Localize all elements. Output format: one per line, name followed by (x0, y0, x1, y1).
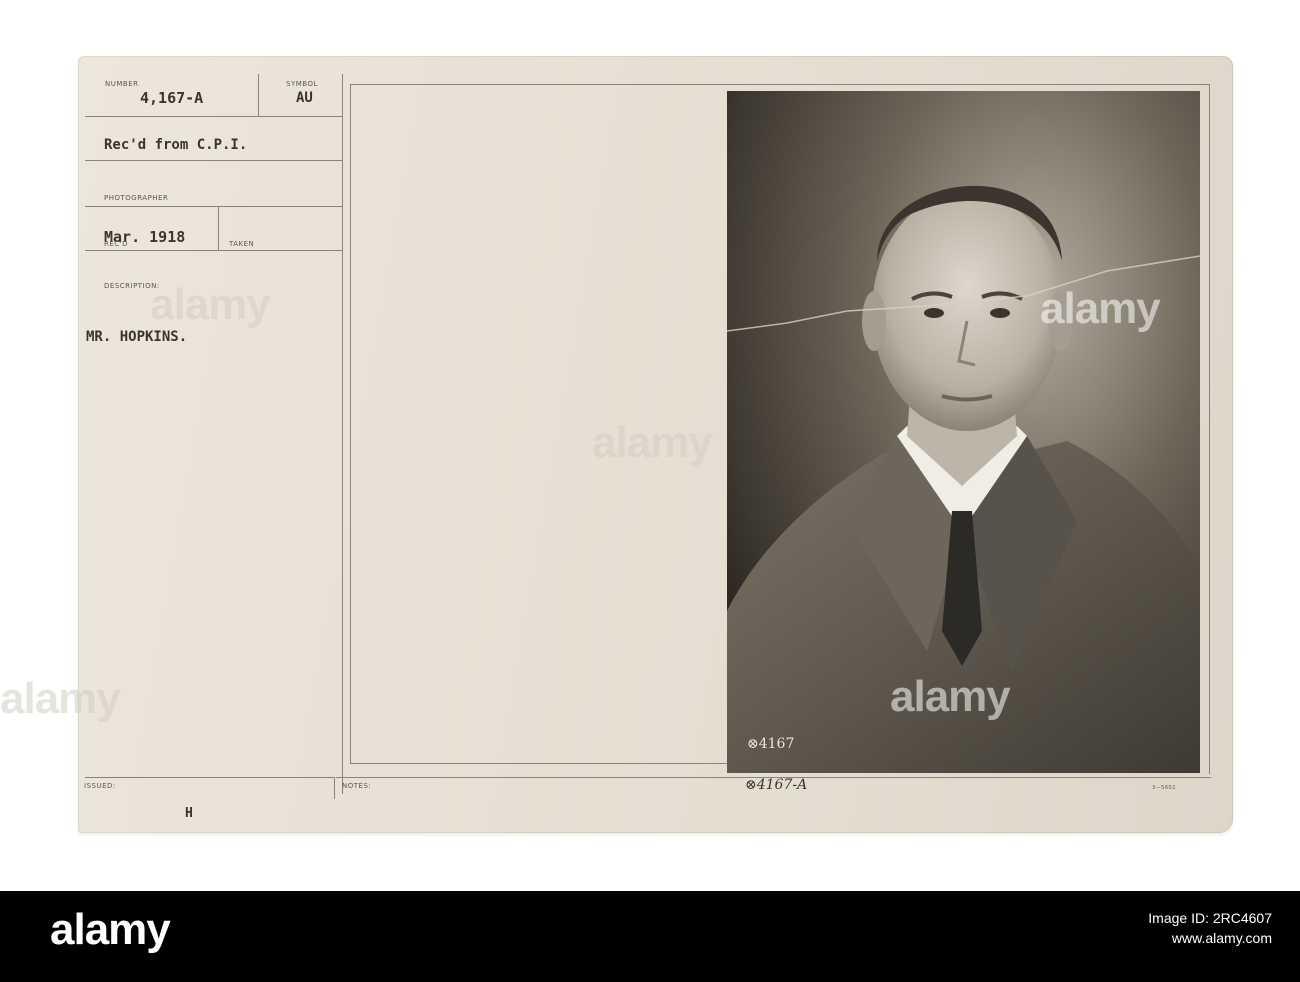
description-value: MR. HOPKINS. (86, 329, 188, 345)
notes-label: NOTES: (342, 782, 372, 790)
image-id-label: Image ID: 2RC4607 (1148, 910, 1272, 926)
number-value: 4,167-A (140, 89, 204, 107)
frame-top (350, 84, 1210, 85)
issued-mark: H (185, 806, 193, 821)
symbol-value: AU (296, 90, 313, 106)
stock-footer-bar (0, 891, 1300, 982)
rule-date (85, 250, 342, 251)
rule-issued-divider (334, 777, 335, 799)
site-url[interactable]: www.alamy.com (1148, 928, 1272, 948)
rule-date-divider (218, 207, 219, 250)
frame-right (1209, 84, 1210, 774)
symbol-label: SYMBOL (286, 80, 318, 88)
watermark-left: alamy (0, 674, 121, 723)
rule-received (85, 160, 342, 161)
watermark-photo-bottom: alamy (890, 672, 1011, 721)
handwritten-number: ⊗4167-A (745, 777, 808, 793)
footer-id-block: Image ID: 2RC4607 www.alamy.com (1148, 908, 1272, 948)
negative-number: ⊗4167 (747, 736, 795, 752)
form-code: 3—5602 (1152, 785, 1176, 791)
portrait-figure-icon (727, 91, 1200, 773)
portrait-photograph: ⊗4167 (727, 91, 1200, 773)
number-label: NUMBER (105, 80, 139, 88)
watermark-center: alamy (592, 418, 713, 467)
rule-photographer (85, 206, 342, 207)
recd-label: REC'D (104, 240, 128, 248)
rule-top (85, 116, 342, 117)
received-from-value: Rec'd from C.P.I. (104, 137, 248, 153)
rule-column-divider (342, 74, 343, 794)
issued-label: ISSUED: (84, 782, 116, 790)
frame-left (350, 84, 351, 764)
photographer-label: PHOTOGRAPHER (104, 194, 169, 202)
frame-bottom (350, 763, 727, 764)
watermark-top: alamy (150, 280, 271, 329)
rule-issued (85, 777, 335, 778)
footer-logo: alamy (50, 905, 171, 954)
rule-symbol-divider (258, 74, 259, 116)
taken-label: TAKEN (229, 240, 255, 248)
watermark-photo-top: alamy (1040, 284, 1161, 333)
